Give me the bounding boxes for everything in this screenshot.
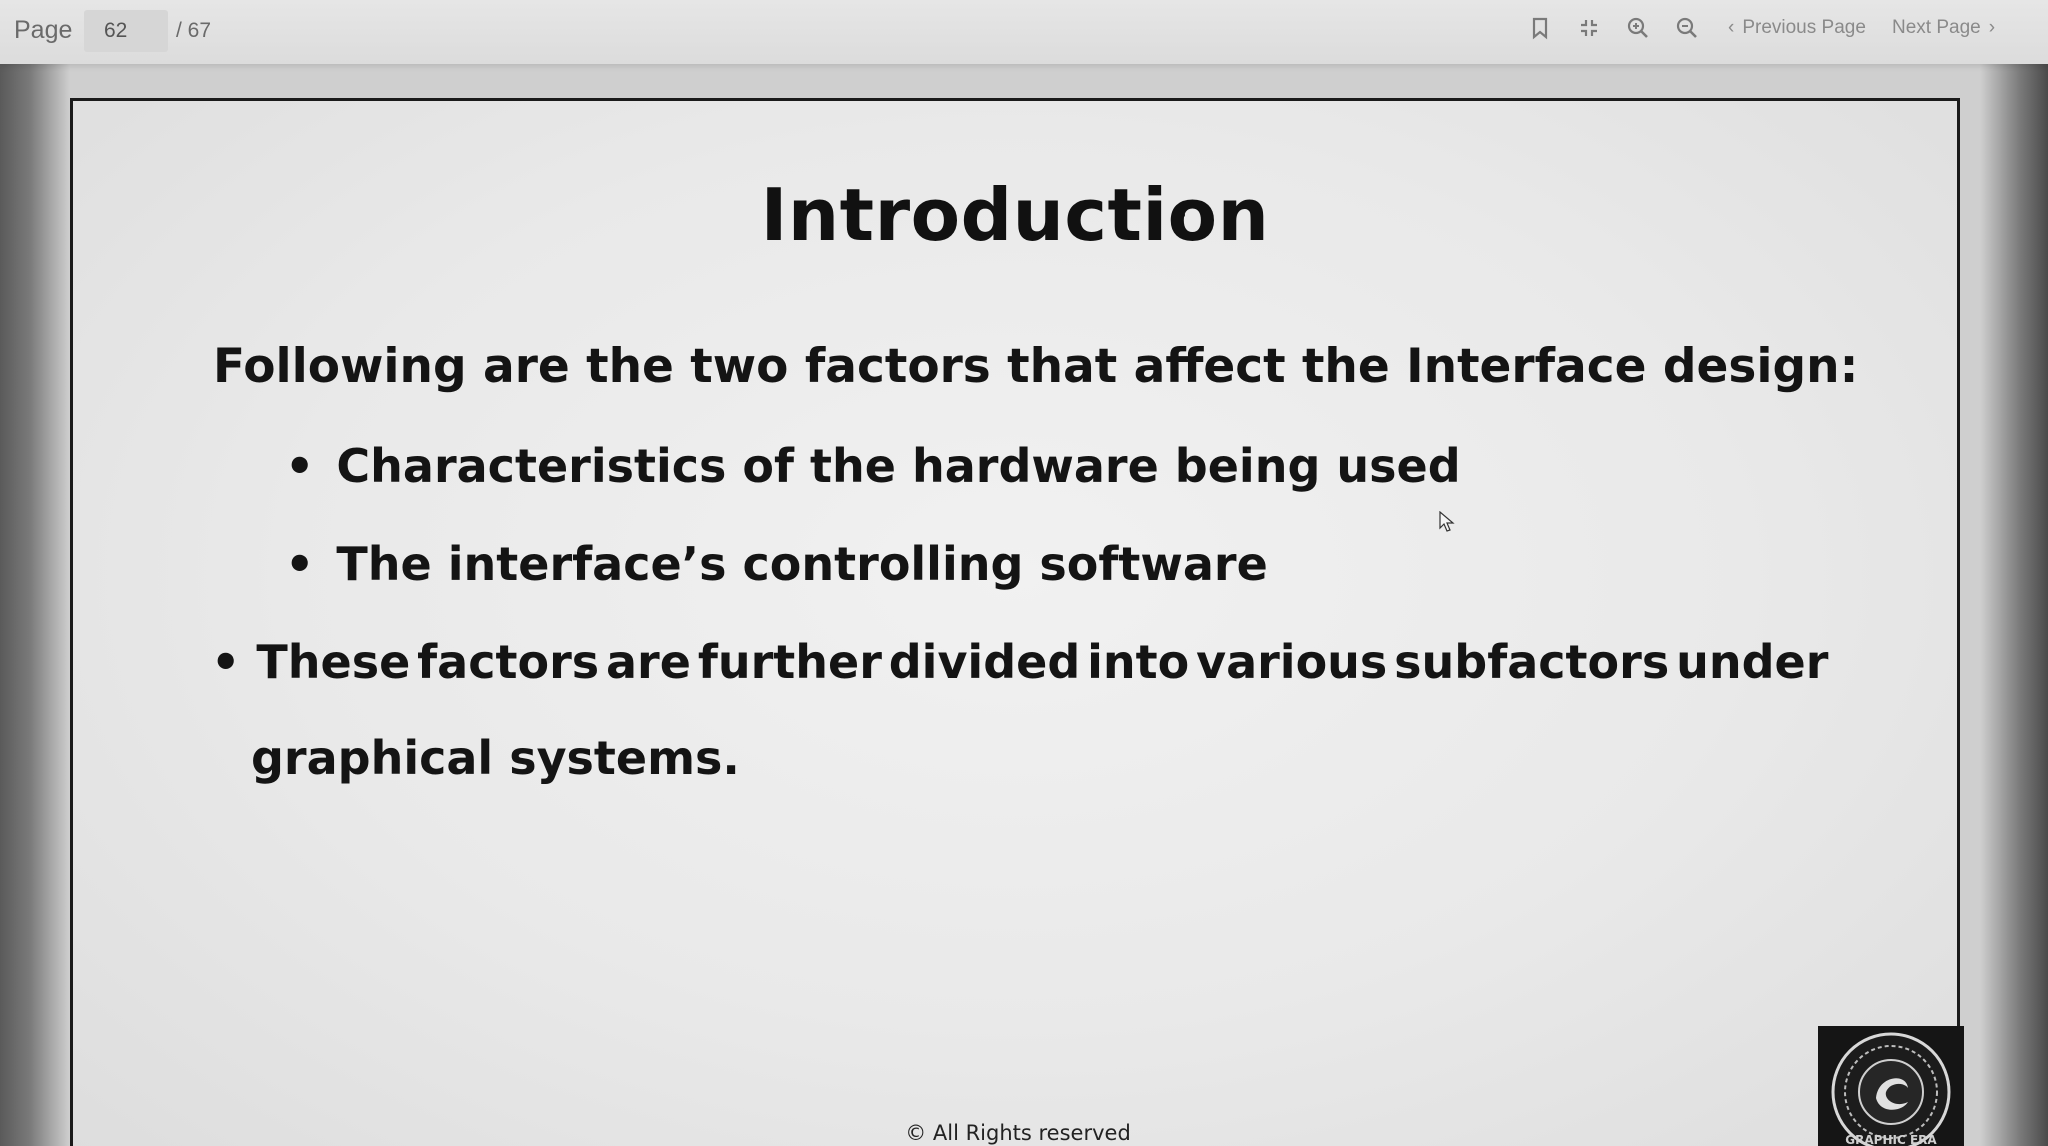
word: under <box>1676 635 1829 689</box>
page-total: / 67 <box>176 19 212 42</box>
mouse-cursor-icon <box>1439 511 1455 532</box>
bullet-symbol: • <box>285 439 315 493</box>
word: into <box>1087 635 1190 689</box>
page-label: Page <box>14 16 73 44</box>
viewer-toolbar: Page 62 / 67 ‹ Previous Page Next Page › <box>0 0 2048 64</box>
word: various <box>1196 635 1388 689</box>
graphic-era-logo: GRAPHIC ERA <box>1818 1026 1964 1146</box>
word: are <box>606 635 691 689</box>
zoom-out-icon[interactable] <box>1673 14 1701 42</box>
sub-bullet: • The interface’s controlling software <box>285 537 1268 591</box>
word: subfactors <box>1394 635 1670 689</box>
slide-title: Introduction <box>760 173 1270 257</box>
sub-bullet-text: Characteristics of the hardware being us… <box>336 439 1461 493</box>
next-page-button[interactable]: Next Page › <box>1892 17 1995 39</box>
page-number-input[interactable]: 62 <box>84 10 168 52</box>
intro-text: Following are the two factors that affec… <box>213 339 1859 394</box>
chevron-left-icon: ‹ <box>1728 17 1735 38</box>
slide-page: Introduction Following are the two facto… <box>70 98 1960 1146</box>
word: divided <box>888 635 1081 689</box>
next-page-label: Next Page <box>1892 17 1981 38</box>
previous-page-label: Previous Page <box>1742 17 1866 38</box>
bullet-symbol: • <box>211 635 241 689</box>
bullet-symbol: • <box>285 537 315 591</box>
previous-page-button[interactable]: ‹ Previous Page <box>1728 17 1866 39</box>
chevron-right-icon: › <box>1988 17 1996 38</box>
sub-bullet: • Characteristics of the hardware being u… <box>285 439 1461 493</box>
word: factors <box>417 635 600 689</box>
bookmark-icon[interactable] <box>1526 14 1554 42</box>
footer-copyright: © All Rights reserved <box>905 1121 1131 1145</box>
word: These <box>256 635 411 689</box>
main-bullet-line-1: These factors are further divided into v… <box>256 635 1828 689</box>
word: further <box>697 635 882 689</box>
screen: Page 62 / 67 ‹ Previous Page Next Page ›… <box>0 0 2048 1146</box>
main-bullet-line-2: graphical systems. <box>251 731 740 785</box>
fit-page-icon[interactable] <box>1575 14 1603 42</box>
svg-text:GRAPHIC ERA: GRAPHIC ERA <box>1845 1133 1937 1146</box>
sub-bullet-text: The interface’s controlling software <box>336 537 1268 591</box>
zoom-in-icon[interactable] <box>1624 14 1652 42</box>
main-bullet: • These factors are further divided into… <box>211 635 1828 689</box>
